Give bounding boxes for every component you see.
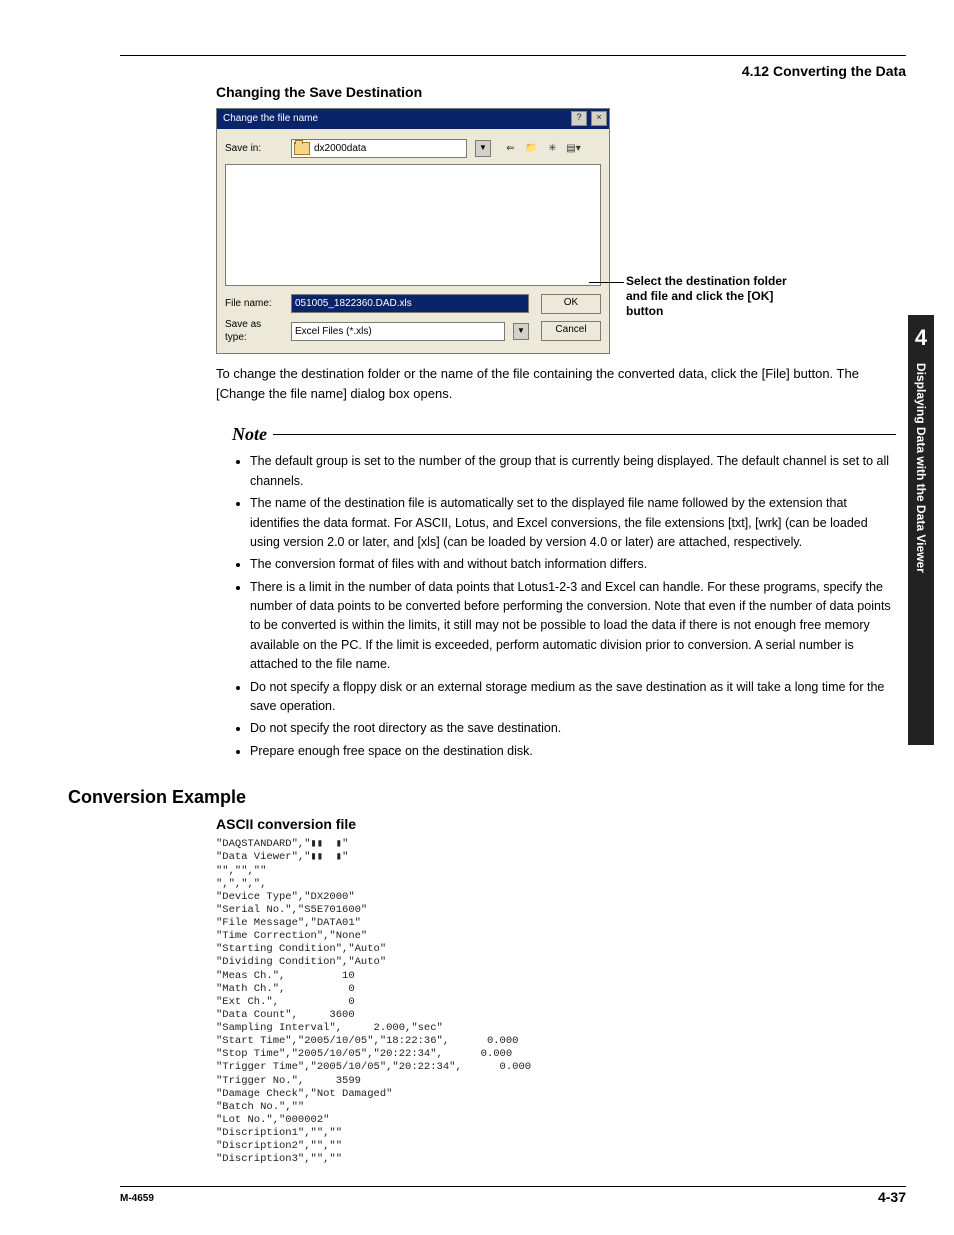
new-folder-icon[interactable]: ✳ — [543, 139, 562, 158]
note-item: The conversion format of files with and … — [250, 555, 896, 574]
note-list: The default group is set to the number o… — [232, 452, 896, 761]
file-list-area[interactable] — [225, 164, 601, 286]
save-in-label: Save in: — [225, 142, 285, 156]
note-heading: Note — [232, 422, 267, 446]
file-name-value: 051005_1822360.DAD.xls — [295, 297, 412, 311]
ascii-conversion-listing: "DAQSTANDARD","▮▮ ▮" "Data Viewer","▮▮ ▮… — [216, 838, 896, 1166]
close-icon[interactable]: × — [591, 111, 607, 126]
note-item: Do not specify the root directory as the… — [250, 719, 896, 738]
help-icon[interactable]: ? — [571, 111, 587, 126]
footer-doc-id: M-4659 — [120, 1192, 154, 1206]
chapter-title-vertical: Displaying Data with the Data Viewer — [913, 363, 929, 733]
ok-button[interactable]: OK — [541, 294, 601, 314]
heading-ascii-file: ASCII conversion file — [216, 815, 896, 834]
note-item: Prepare enough free space on the destina… — [250, 742, 896, 761]
note-rule — [273, 434, 896, 435]
dialog-title: Change the file name — [223, 112, 567, 126]
views-icon[interactable]: ▤▾ — [564, 139, 583, 158]
save-as-type-label: Save as type: — [225, 318, 285, 345]
file-name-input[interactable]: 051005_1822360.DAD.xls — [291, 294, 529, 313]
section-number: 4.12 Converting the Data — [742, 62, 906, 81]
chapter-number: 4 — [908, 315, 934, 353]
note-item: There is a limit in the number of data p… — [250, 578, 896, 675]
up-folder-icon[interactable]: 📁 — [522, 139, 541, 158]
cancel-button[interactable]: Cancel — [541, 321, 601, 341]
save-in-select[interactable]: dx2000data — [291, 139, 467, 158]
heading-changing-destination: Changing the Save Destination — [216, 83, 896, 102]
save-as-type-value: Excel Files (*.xls) — [295, 325, 372, 339]
chevron-down-icon[interactable]: ▼ — [513, 323, 529, 340]
chevron-down-icon[interactable]: ▼ — [475, 140, 491, 157]
folder-icon — [294, 142, 310, 155]
chapter-thumb-tab: 4 Displaying Data with the Data Viewer — [908, 315, 934, 745]
body-paragraph-change-dest: To change the destination folder or the … — [216, 364, 896, 404]
back-icon[interactable]: ⇐ — [501, 139, 520, 158]
heading-conversion-example: Conversion Example — [48, 785, 896, 809]
callout-text: Select the destination folder and file a… — [626, 274, 796, 319]
save-in-value: dx2000data — [314, 142, 366, 156]
callout-leader-line — [589, 282, 624, 283]
footer-page-number: 4-37 — [878, 1188, 906, 1207]
note-item: The name of the destination file is auto… — [250, 494, 896, 552]
file-name-label: File name: — [225, 297, 285, 311]
save-as-type-select[interactable]: Excel Files (*.xls) — [291, 322, 505, 341]
note-item: Do not specify a floppy disk or an exter… — [250, 678, 896, 717]
note-item: The default group is set to the number o… — [250, 452, 896, 491]
